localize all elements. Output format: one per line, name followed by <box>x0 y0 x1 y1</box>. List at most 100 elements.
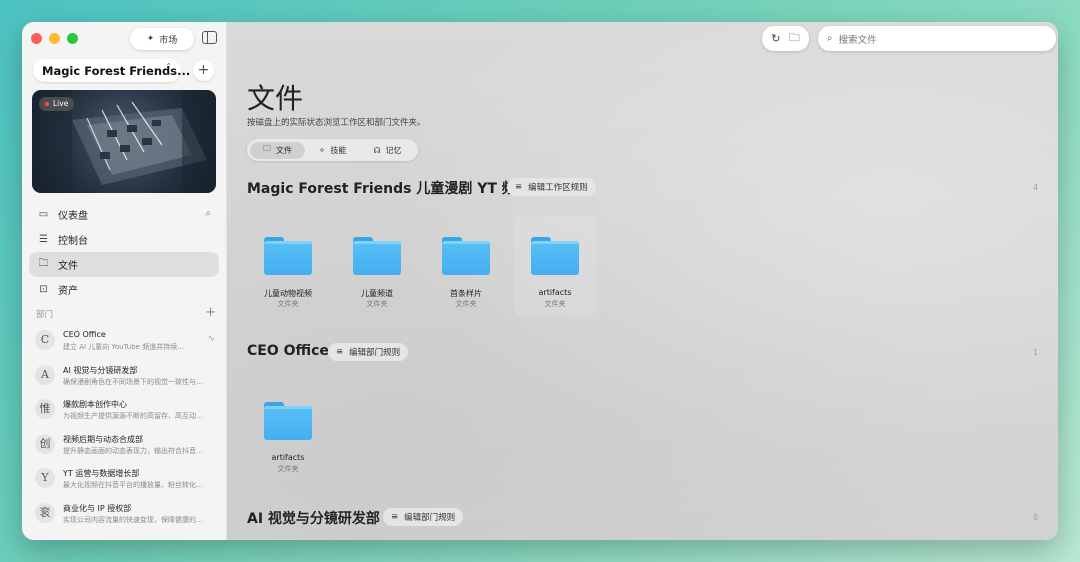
folder-type: 文件夹 <box>455 300 477 308</box>
folder-icon <box>264 237 312 275</box>
section-title: Magic Forest Friends 儿童漫剧 YT 频道 <box>247 181 530 197</box>
list-icon: ☰ <box>39 234 48 245</box>
department-desc: 提升静态画面的动态表现力，输出符合抖音... <box>63 446 203 455</box>
folder-item[interactable]: 儿童动物视频 文件夹 <box>247 215 329 317</box>
folder-icon <box>264 402 312 440</box>
folder-type: 文件夹 <box>544 300 566 308</box>
sidebar-item-label: 资产 <box>58 286 78 297</box>
sidebar-item-label: 仪表盘 <box>58 211 88 222</box>
sidebar-item-files[interactable]: 🗀 文件 <box>29 252 219 277</box>
department-desc: 实现公司内容流量的快速变现，保障健康的... <box>63 515 203 524</box>
folder-icon <box>442 237 490 275</box>
folder-name: 儿童动物视频 <box>264 289 312 298</box>
department-avatar: 惟 <box>35 399 55 420</box>
briefcase-icon: ⊡ <box>39 284 48 295</box>
add-department-button[interactable]: + <box>205 305 216 320</box>
close-window-button[interactable] <box>31 33 42 44</box>
view-tabs: 🗀 文件 ✧ 技能 ☊ 记忆 <box>247 139 418 161</box>
department-item[interactable]: Y YT 运营与数据增长部 最大化视频在抖音平台的播放量、粉丝转化... <box>33 463 219 498</box>
department-name: YT 运营与数据增长部 <box>63 469 140 479</box>
search-input[interactable]: ⌕ 搜索文件 <box>818 26 1056 51</box>
department-item[interactable]: 衮 商业化与 IP 授权部 实现公司内容流量的快速变现，保障健康的... <box>33 498 219 533</box>
top-actions: ↻ 🗀 <box>762 26 809 51</box>
department-avatar: C <box>35 330 55 350</box>
department-item[interactable]: 惟 爆款剧本创作中心 为视频生产提供源源不断的高留存、高互动... <box>33 394 219 429</box>
folder-icon <box>353 237 401 275</box>
edit-department-rules-button[interactable]: ≡ 编辑部门规则 <box>328 343 409 361</box>
rules-icon: ≡ <box>391 512 399 522</box>
folder-name: artifacts <box>538 288 572 297</box>
sidebar-toggle-icon[interactable] <box>202 31 217 44</box>
section-title: CEO Office <box>247 343 329 359</box>
add-workspace-button[interactable]: + <box>193 60 214 81</box>
rules-label: 编辑部门规则 <box>404 513 456 523</box>
folder-type: 文件夹 <box>366 300 388 308</box>
department-avatar: Y <box>35 468 55 489</box>
folder-item[interactable]: artifacts 文件夹 <box>247 380 329 482</box>
rules-icon: ≡ <box>515 182 523 192</box>
workspace-selector[interactable]: Magic Forest Friends... ⌃ ⌄ <box>33 59 190 82</box>
app-window: ✦ 市场 Magic Forest Friends... ⌃ ⌄ + Live … <box>22 22 1058 540</box>
folder-item[interactable]: 首条样片 文件夹 <box>425 215 507 317</box>
page-title: 文件 <box>247 82 304 115</box>
department-name: CEO Office <box>63 330 106 339</box>
department-item[interactable]: 创 视频后期与动态合成部 提升静态画面的动态表现力，输出符合抖音... <box>33 429 219 464</box>
sidebar-item-console[interactable]: ☰ 控制台 <box>29 227 219 252</box>
window-controls <box>31 33 78 44</box>
tab-label: 记忆 <box>385 145 402 155</box>
department-name: 爆款剧本创作中心 <box>63 400 127 410</box>
tab-skills[interactable]: ✧ 技能 <box>305 142 360 159</box>
folder-icon <box>531 237 579 275</box>
refresh-icon[interactable]: ↻ <box>771 32 780 45</box>
department-desc: 确保漫剧角色在不同场景下的视觉一致性与... <box>63 377 203 386</box>
sidebar-nav: ▭ 仪表盘 ⌕ ☰ 控制台 🗀 文件 ⊡ 资产 <box>29 202 219 302</box>
tab-label: 技能 <box>330 145 347 155</box>
folder-name: artifacts <box>271 453 305 462</box>
sparkle-icon: ✧ <box>318 145 326 155</box>
folder-item[interactable]: 儿童频道 文件夹 <box>336 215 418 317</box>
folder-icon: 🗀 <box>263 144 271 153</box>
open-folder-icon[interactable]: 🗀 <box>789 29 800 48</box>
section-title: AI 视觉与分镜研发部 <box>247 511 380 527</box>
department-desc: 为视频生产提供源源不断的高留存、高互动... <box>63 412 203 421</box>
minimize-window-button[interactable] <box>49 33 60 44</box>
search-icon: ⌕ <box>827 33 833 44</box>
sidebar-item-assets[interactable]: ⊡ 资产 <box>29 277 219 302</box>
department-list: C CEO Office 建立 AI 儿童向 YouTube 频道并持续... … <box>33 325 219 533</box>
zoom-window-button[interactable] <box>67 33 78 44</box>
tab-files[interactable]: 🗀 文件 <box>250 141 305 159</box>
folder-type: 文件夹 <box>277 300 299 308</box>
sidebar-item-dashboard[interactable]: ▭ 仪表盘 ⌕ <box>29 202 219 227</box>
department-item[interactable]: C CEO Office 建立 AI 儿童向 YouTube 频道并持续... … <box>33 325 219 360</box>
market-label: 市场 <box>159 35 178 46</box>
departments-header: 部门 + <box>36 305 216 320</box>
tab-memory[interactable]: ☊ 记忆 <box>360 142 415 159</box>
department-item[interactable]: A AI 视觉与分镜研发部 确保漫剧角色在不同场景下的视觉一致性与... <box>33 360 219 395</box>
sidebar: ✦ 市场 Magic Forest Friends... ⌃ ⌄ + Live … <box>22 22 227 540</box>
main-content: ↻ 🗀 ⌕ 搜索文件 文件 按磁盘上的实际状态浏览工作区和部门文件夹。 🗀 文件… <box>227 22 1058 540</box>
rules-label: 编辑部门规则 <box>349 348 401 358</box>
market-button[interactable]: ✦ 市场 <box>130 28 194 50</box>
folder-name: 首条样片 <box>450 289 482 298</box>
folder-type: 文件夹 <box>277 465 299 473</box>
live-preview[interactable]: Live <box>32 90 216 193</box>
department-avatar: 创 <box>35 433 55 454</box>
market-icon: ✦ <box>146 34 155 44</box>
tab-label: 文件 <box>276 145 292 155</box>
search-icon[interactable]: ⌕ <box>205 208 211 219</box>
edit-department-rules-button[interactable]: ≡ 编辑部门规则 <box>383 508 464 526</box>
department-avatar: 衮 <box>35 502 55 523</box>
edit-workspace-rules-button[interactable]: ≡ 编辑工作区规则 <box>507 178 596 196</box>
department-name: 商业化与 IP 授权部 <box>63 503 132 513</box>
department-desc: 最大化视频在抖音平台的播放量、粉丝转化... <box>63 481 203 490</box>
brain-icon: ☊ <box>373 145 381 155</box>
sidebar-item-label: 文件 <box>58 261 78 272</box>
rules-label: 编辑工作区规则 <box>528 183 588 193</box>
section-count: 0 <box>1033 513 1038 522</box>
departments-header-label: 部门 <box>36 310 54 320</box>
folder-icon: 🗀 <box>38 258 49 269</box>
section-count: 4 <box>1033 183 1038 192</box>
sidebar-item-label: 控制台 <box>58 236 88 247</box>
folder-item[interactable]: artifacts 文件夹 <box>514 215 596 317</box>
department-name: 视频后期与动态合成部 <box>63 434 143 444</box>
